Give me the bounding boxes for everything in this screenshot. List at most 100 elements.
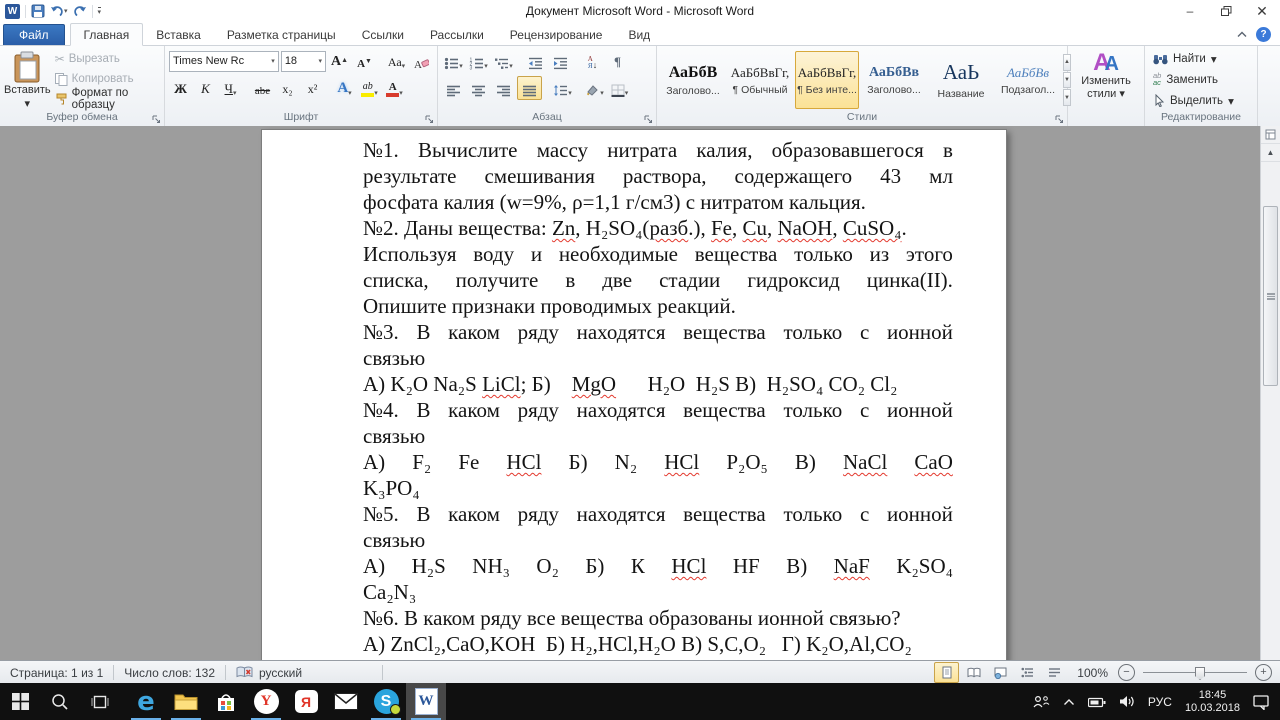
dialog-launcher-icon[interactable] <box>644 115 653 124</box>
decrease-indent-button[interactable] <box>524 50 547 72</box>
start-button[interactable] <box>0 683 40 720</box>
justify-button[interactable] <box>517 76 542 100</box>
sort-button[interactable]: А Я ↓ <box>581 50 604 72</box>
restore-button[interactable] <box>1208 0 1244 22</box>
replace-button[interactable]: ab ac Заменить <box>1153 70 1253 89</box>
tab-view[interactable]: Вид <box>615 24 663 45</box>
task-view-button[interactable] <box>80 683 120 720</box>
bullets-button[interactable]: ▾ <box>442 50 465 72</box>
style-chip[interactable]: АаБбВвГг, ¶ Обычный <box>728 51 792 109</box>
text-effects-button[interactable]: А ▾ <box>333 77 356 99</box>
collapse-ribbon-icon[interactable] <box>1237 31 1247 38</box>
shrink-font-button[interactable]: А ▼ <box>353 50 376 72</box>
vertical-scrollbar[interactable]: ▲ <box>1260 126 1280 660</box>
style-chip[interactable]: АаЬ Название <box>929 51 993 109</box>
clock[interactable]: 18:45 10.03.2018 <box>1185 689 1240 715</box>
italic-button[interactable]: К <box>194 77 217 99</box>
proofing-status[interactable]: русский <box>226 661 312 684</box>
highlight-button[interactable]: ab ▾ <box>358 77 381 99</box>
view-outline-button[interactable] <box>1015 662 1040 683</box>
style-chip[interactable]: АаБбВвГг, ¶ Без инте... <box>795 51 859 109</box>
view-print-layout-button[interactable] <box>934 662 960 683</box>
align-left-button[interactable] <box>442 77 465 99</box>
dialog-launcher-icon[interactable] <box>425 115 434 124</box>
font-color-button[interactable]: А ▾ <box>383 77 406 99</box>
cut-button[interactable]: ✂ Вырезать <box>55 50 160 68</box>
zoom-slider-thumb[interactable] <box>1195 667 1205 680</box>
page-indicator[interactable]: Страница: 1 из 1 <box>0 661 113 684</box>
view-draft-button[interactable] <box>1042 662 1067 683</box>
align-right-button[interactable] <box>492 77 515 99</box>
bold-button[interactable]: Ж <box>169 77 192 99</box>
view-fullscreen-reading-button[interactable] <box>961 662 986 683</box>
superscript-button[interactable]: x² <box>301 77 324 99</box>
action-center-icon[interactable] <box>1253 694 1270 710</box>
dialog-launcher-icon[interactable] <box>1055 115 1064 124</box>
shading-button[interactable]: ▾ <box>583 77 606 99</box>
word-taskbar-button[interactable]: W <box>406 683 446 720</box>
increase-indent-button[interactable] <box>549 50 572 72</box>
select-button[interactable]: Выделить ▾ <box>1153 91 1253 110</box>
copy-button[interactable]: Копировать <box>54 70 160 88</box>
people-icon[interactable] <box>1032 695 1050 709</box>
tab-mailings[interactable]: Рассылки <box>417 24 497 45</box>
word-count[interactable]: Число слов: 132 <box>114 661 225 684</box>
document-page[interactable]: №1. Вычислите массу нитрата калия, образовавш… <box>262 130 1006 660</box>
multilevel-list-button[interactable]: ▾ <box>492 50 515 72</box>
tab-references[interactable]: Ссылки <box>349 24 417 45</box>
tab-review[interactable]: Рецензирование <box>497 24 616 45</box>
change-case-button[interactable]: Аа ▾ <box>385 50 408 72</box>
edge-taskbar-button[interactable]: e <box>126 683 166 720</box>
show-hidden-icons-chevron[interactable] <box>1063 698 1075 706</box>
save-icon[interactable] <box>31 4 45 18</box>
font-size-combo[interactable]: 18 ▾ <box>280 50 327 72</box>
numbering-button[interactable]: 1 2 3 ▾ <box>467 50 490 72</box>
minimize-button[interactable]: – <box>1172 0 1208 22</box>
font-name-combo[interactable]: Times New Rc ▾ <box>169 50 279 72</box>
close-button[interactable]: ✕ <box>1244 0 1280 22</box>
battery-icon[interactable] <box>1087 696 1106 708</box>
paste-button[interactable]: Вставить ▾ <box>4 49 51 111</box>
tab-home[interactable]: Главная <box>69 23 144 46</box>
ruler-toggle-icon[interactable] <box>1261 126 1280 144</box>
subscript-button[interactable]: x₂ <box>276 77 299 99</box>
find-button[interactable]: Найти ▾ <box>1153 49 1253 68</box>
underline-button[interactable]: Ч ▾ <box>219 77 242 99</box>
line-spacing-button[interactable]: ▾ <box>551 77 574 99</box>
align-center-button[interactable] <box>467 77 490 99</box>
explorer-taskbar-button[interactable] <box>166 683 206 720</box>
redo-icon[interactable] <box>73 5 87 18</box>
help-icon[interactable]: ? <box>1256 27 1271 42</box>
volume-icon[interactable] <box>1119 695 1135 708</box>
zoom-level[interactable]: 100% <box>1069 666 1116 680</box>
scrollbar-thumb[interactable] <box>1263 206 1278 386</box>
clear-formatting-button[interactable]: А <box>410 50 433 72</box>
grow-font-button[interactable]: А ▲ <box>328 50 351 72</box>
show-marks-button[interactable]: ¶ <box>606 50 629 72</box>
scroll-up-icon[interactable]: ▲ <box>1261 144 1280 162</box>
style-chip[interactable]: АаБбВв Подзагол... <box>996 51 1060 109</box>
change-styles-button[interactable]: Изменить стили ▾ <box>1081 75 1131 101</box>
language-indicator[interactable]: РУС <box>1148 695 1172 709</box>
view-web-layout-button[interactable] <box>988 662 1013 683</box>
style-chip[interactable]: АаБбВ Заголово... <box>661 51 725 109</box>
yandex-taskbar-button[interactable]: Я <box>286 683 326 720</box>
dialog-launcher-icon[interactable] <box>152 115 161 124</box>
zoom-in-button[interactable]: + <box>1255 664 1272 681</box>
style-chip[interactable]: АаБбВв Заголово... <box>862 51 926 109</box>
yandex-browser-taskbar-button[interactable]: Y <box>246 683 286 720</box>
tab-file[interactable]: Файл <box>3 24 65 45</box>
zoom-slider[interactable] <box>1143 667 1247 680</box>
word-app-icon[interactable]: W <box>5 3 20 19</box>
undo-icon[interactable]: ▾ <box>50 5 68 18</box>
tab-insert[interactable]: Вставка <box>143 24 214 45</box>
borders-button[interactable]: ▾ <box>608 77 631 99</box>
store-taskbar-button[interactable] <box>206 683 246 720</box>
customize-qat-icon[interactable]: ▾ <box>97 6 102 16</box>
tab-page-layout[interactable]: Разметка страницы <box>214 24 349 45</box>
mail-taskbar-button[interactable] <box>326 683 366 720</box>
skype-taskbar-button[interactable]: S <box>366 683 406 720</box>
zoom-out-button[interactable]: − <box>1118 664 1135 681</box>
search-icon[interactable] <box>40 683 80 720</box>
format-painter-button[interactable]: Формат по образцу <box>55 87 160 111</box>
